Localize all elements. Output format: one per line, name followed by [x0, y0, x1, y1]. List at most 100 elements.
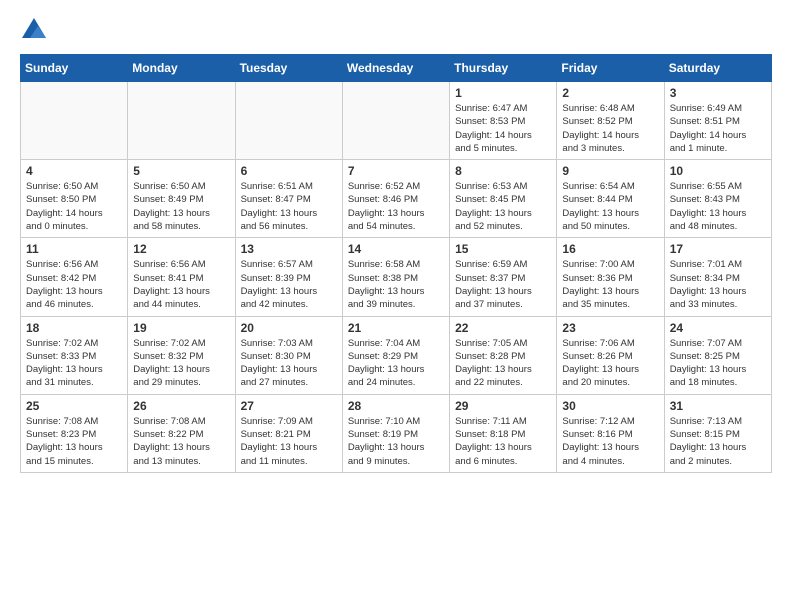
day-detail: Sunrise: 6:47 AM Sunset: 8:53 PM Dayligh… [455, 102, 551, 155]
day-detail: Sunrise: 6:48 AM Sunset: 8:52 PM Dayligh… [562, 102, 658, 155]
calendar-cell [128, 82, 235, 160]
day-number: 30 [562, 399, 658, 413]
day-number: 9 [562, 164, 658, 178]
day-detail: Sunrise: 6:54 AM Sunset: 8:44 PM Dayligh… [562, 180, 658, 233]
day-detail: Sunrise: 7:01 AM Sunset: 8:34 PM Dayligh… [670, 258, 766, 311]
day-number: 27 [241, 399, 337, 413]
day-detail: Sunrise: 7:02 AM Sunset: 8:32 PM Dayligh… [133, 337, 229, 390]
day-detail: Sunrise: 7:05 AM Sunset: 8:28 PM Dayligh… [455, 337, 551, 390]
day-number: 22 [455, 321, 551, 335]
day-detail: Sunrise: 6:53 AM Sunset: 8:45 PM Dayligh… [455, 180, 551, 233]
weekday-header-row: SundayMondayTuesdayWednesdayThursdayFrid… [21, 55, 772, 82]
calendar-week-row: 18 Sunrise: 7:02 AM Sunset: 8:33 PM Dayli… [21, 316, 772, 394]
calendar-cell: 17 Sunrise: 7:01 AM Sunset: 8:34 PM Dayli… [664, 238, 771, 316]
day-number: 8 [455, 164, 551, 178]
day-number: 16 [562, 242, 658, 256]
calendar-cell: 9 Sunrise: 6:54 AM Sunset: 8:44 PM Daylig… [557, 160, 664, 238]
weekday-header-thursday: Thursday [450, 55, 557, 82]
day-number: 26 [133, 399, 229, 413]
weekday-header-wednesday: Wednesday [342, 55, 449, 82]
calendar-cell: 23Sunrise: 7:06 AM Sunset: 8:26 PM Dayli… [557, 316, 664, 394]
weekday-header-saturday: Saturday [664, 55, 771, 82]
day-detail: Sunrise: 7:07 AM Sunset: 8:25 PM Dayligh… [670, 337, 766, 390]
calendar-cell: 6 Sunrise: 6:51 AM Sunset: 8:47 PM Daylig… [235, 160, 342, 238]
day-detail: Sunrise: 6:57 AM Sunset: 8:39 PM Dayligh… [241, 258, 337, 311]
day-detail: Sunrise: 7:10 AM Sunset: 8:19 PM Dayligh… [348, 415, 444, 468]
calendar-cell: 3 Sunrise: 6:49 AM Sunset: 8:51 PM Daylig… [664, 82, 771, 160]
day-number: 7 [348, 164, 444, 178]
day-number: 20 [241, 321, 337, 335]
day-number: 14 [348, 242, 444, 256]
day-number: 24 [670, 321, 766, 335]
logo [20, 16, 52, 44]
weekday-header-tuesday: Tuesday [235, 55, 342, 82]
day-detail: Sunrise: 6:56 AM Sunset: 8:41 PM Dayligh… [133, 258, 229, 311]
header [20, 16, 772, 44]
day-number: 1 [455, 86, 551, 100]
calendar-cell: 15Sunrise: 6:59 AM Sunset: 8:37 PM Dayli… [450, 238, 557, 316]
day-number: 13 [241, 242, 337, 256]
calendar-cell: 22 Sunrise: 7:05 AM Sunset: 8:28 PM Dayli… [450, 316, 557, 394]
weekday-header-monday: Monday [128, 55, 235, 82]
day-detail: Sunrise: 7:09 AM Sunset: 8:21 PM Dayligh… [241, 415, 337, 468]
calendar-cell: 2 Sunrise: 6:48 AM Sunset: 8:52 PM Daylig… [557, 82, 664, 160]
day-number: 28 [348, 399, 444, 413]
calendar-cell [235, 82, 342, 160]
calendar-cell: 12 Sunrise: 6:56 AM Sunset: 8:41 PM Dayli… [128, 238, 235, 316]
calendar-cell: 14 Sunrise: 6:58 AM Sunset: 8:38 PM Dayli… [342, 238, 449, 316]
calendar-cell: 10 Sunrise: 6:55 AM Sunset: 8:43 PM Dayli… [664, 160, 771, 238]
day-number: 31 [670, 399, 766, 413]
calendar-cell [21, 82, 128, 160]
calendar-cell: 31 Sunrise: 7:13 AM Sunset: 8:15 PM Dayli… [664, 394, 771, 472]
day-number: 15 [455, 242, 551, 256]
weekday-header-sunday: Sunday [21, 55, 128, 82]
calendar-cell: 24 Sunrise: 7:07 AM Sunset: 8:25 PM Dayli… [664, 316, 771, 394]
day-number: 18 [26, 321, 122, 335]
day-detail: Sunrise: 7:08 AM Sunset: 8:23 PM Dayligh… [26, 415, 122, 468]
day-number: 12 [133, 242, 229, 256]
calendar-cell: 18 Sunrise: 7:02 AM Sunset: 8:33 PM Dayli… [21, 316, 128, 394]
calendar-week-row: 4Sunrise: 6:50 AM Sunset: 8:50 PM Daylig… [21, 160, 772, 238]
calendar-cell [342, 82, 449, 160]
calendar-cell: 8 Sunrise: 6:53 AM Sunset: 8:45 PM Daylig… [450, 160, 557, 238]
calendar-cell: 13 Sunrise: 6:57 AM Sunset: 8:39 PM Dayli… [235, 238, 342, 316]
day-detail: Sunrise: 7:08 AM Sunset: 8:22 PM Dayligh… [133, 415, 229, 468]
calendar-cell: 27 Sunrise: 7:09 AM Sunset: 8:21 PM Dayli… [235, 394, 342, 472]
calendar-cell: 26 Sunrise: 7:08 AM Sunset: 8:22 PM Dayli… [128, 394, 235, 472]
day-detail: Sunrise: 7:13 AM Sunset: 8:15 PM Dayligh… [670, 415, 766, 468]
day-detail: Sunrise: 6:51 AM Sunset: 8:47 PM Dayligh… [241, 180, 337, 233]
calendar-cell: 20 Sunrise: 7:03 AM Sunset: 8:30 PM Dayli… [235, 316, 342, 394]
calendar-cell: 21Sunrise: 7:04 AM Sunset: 8:29 PM Dayli… [342, 316, 449, 394]
calendar-cell: 5Sunrise: 6:50 AM Sunset: 8:49 PM Daylig… [128, 160, 235, 238]
day-detail: Sunrise: 6:55 AM Sunset: 8:43 PM Dayligh… [670, 180, 766, 233]
calendar-cell: 25 Sunrise: 7:08 AM Sunset: 8:23 PM Dayli… [21, 394, 128, 472]
day-number: 11 [26, 242, 122, 256]
calendar-cell: 30 Sunrise: 7:12 AM Sunset: 8:16 PM Dayli… [557, 394, 664, 472]
day-detail: Sunrise: 6:58 AM Sunset: 8:38 PM Dayligh… [348, 258, 444, 311]
calendar-cell: 28 Sunrise: 7:10 AM Sunset: 8:19 PM Dayli… [342, 394, 449, 472]
day-number: 4 [26, 164, 122, 178]
day-number: 19 [133, 321, 229, 335]
calendar-cell: 4Sunrise: 6:50 AM Sunset: 8:50 PM Daylig… [21, 160, 128, 238]
day-detail: Sunrise: 6:49 AM Sunset: 8:51 PM Dayligh… [670, 102, 766, 155]
calendar-cell: 7 Sunrise: 6:52 AM Sunset: 8:46 PM Daylig… [342, 160, 449, 238]
day-detail: Sunrise: 7:03 AM Sunset: 8:30 PM Dayligh… [241, 337, 337, 390]
day-number: 3 [670, 86, 766, 100]
calendar-cell: 16Sunrise: 7:00 AM Sunset: 8:36 PM Dayli… [557, 238, 664, 316]
weekday-header-friday: Friday [557, 55, 664, 82]
calendar-cell: 1 Sunrise: 6:47 AM Sunset: 8:53 PM Daylig… [450, 82, 557, 160]
day-number: 6 [241, 164, 337, 178]
day-number: 10 [670, 164, 766, 178]
day-number: 25 [26, 399, 122, 413]
calendar-cell: 19 Sunrise: 7:02 AM Sunset: 8:32 PM Dayli… [128, 316, 235, 394]
day-detail: Sunrise: 7:04 AM Sunset: 8:29 PM Dayligh… [348, 337, 444, 390]
day-detail: Sunrise: 7:06 AM Sunset: 8:26 PM Dayligh… [562, 337, 658, 390]
calendar-cell: 29Sunrise: 7:11 AM Sunset: 8:18 PM Dayli… [450, 394, 557, 472]
day-detail: Sunrise: 7:02 AM Sunset: 8:33 PM Dayligh… [26, 337, 122, 390]
day-number: 17 [670, 242, 766, 256]
day-detail: Sunrise: 7:11 AM Sunset: 8:18 PM Dayligh… [455, 415, 551, 468]
day-number: 5 [133, 164, 229, 178]
day-detail: Sunrise: 7:12 AM Sunset: 8:16 PM Dayligh… [562, 415, 658, 468]
day-detail: Sunrise: 6:52 AM Sunset: 8:46 PM Dayligh… [348, 180, 444, 233]
day-number: 2 [562, 86, 658, 100]
